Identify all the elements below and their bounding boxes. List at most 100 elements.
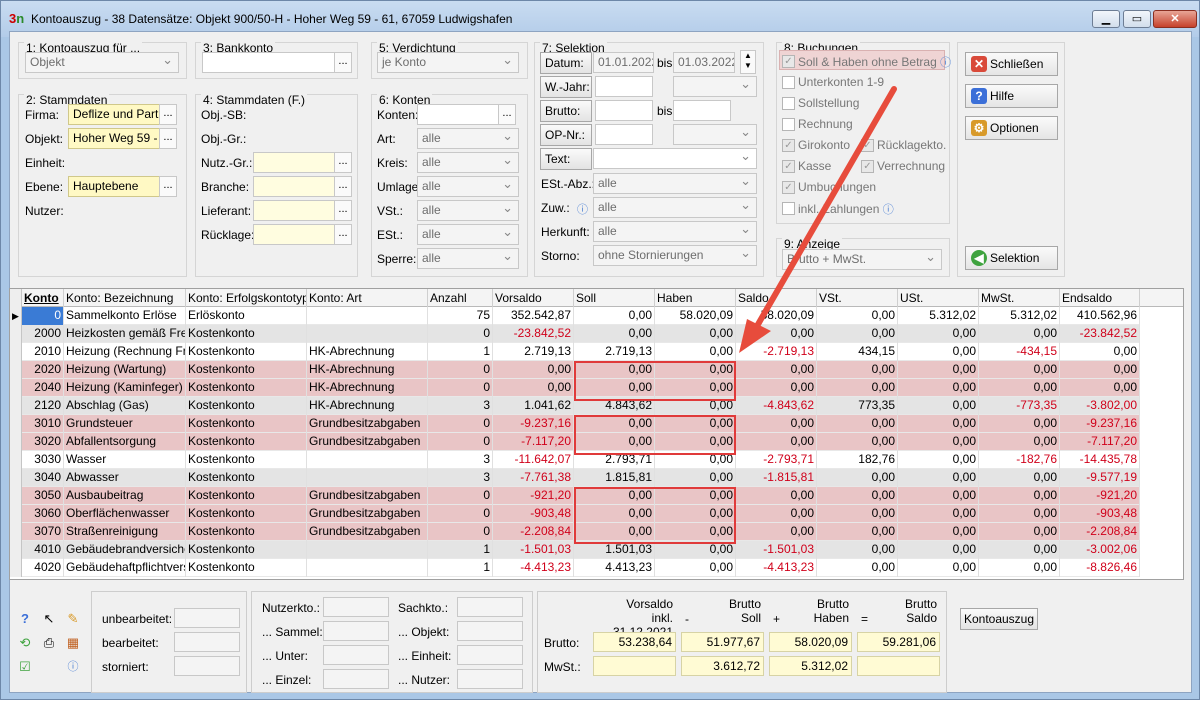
table-cell[interactable]: HK-Abrechnung (307, 397, 428, 415)
table-cell[interactable]: 0 (428, 505, 493, 523)
refresh-icon[interactable]: ⟲ (15, 633, 35, 653)
table-cell[interactable]: 3 (428, 451, 493, 469)
column-header[interactable]: Vorsaldo (493, 289, 574, 307)
table-cell[interactable]: Grundbesitzabgaben (307, 415, 428, 433)
table-cell[interactable]: 0,00 (655, 469, 736, 487)
text-select[interactable] (593, 148, 757, 169)
table-cell[interactable]: 4.413,23 (574, 559, 655, 577)
table-cell[interactable]: Kostenkonto (186, 469, 307, 487)
table-cell[interactable]: 0,00 (817, 559, 898, 577)
table-cell[interactable]: Wasser (64, 451, 186, 469)
table-cell[interactable]: Heizkosten gemäß Fremd (64, 325, 186, 343)
table-cell[interactable]: Oberflächenwasser (64, 505, 186, 523)
table-cell[interactable]: Grundsteuer (64, 415, 186, 433)
table-cell[interactable]: -921,20 (1060, 487, 1140, 505)
table-cell[interactable]: Sammelkonto Erlöse (64, 307, 186, 325)
table-cell[interactable]: Erlöskonto (186, 307, 307, 325)
branche-browse-button[interactable]: ... (334, 176, 352, 197)
table-cell[interactable]: Kostenkonto (186, 325, 307, 343)
row-selector[interactable] (10, 397, 22, 415)
herkunft-select[interactable]: alle (593, 221, 757, 242)
ebene-browse-button[interactable]: ... (159, 176, 177, 197)
table-cell[interactable]: 0,00 (1060, 361, 1140, 379)
row-selector[interactable] (10, 325, 22, 343)
bankkonto-browse-button[interactable]: ... (334, 52, 352, 73)
table-row[interactable]: 2000Heizkosten gemäß FremdKostenkonto0-2… (10, 325, 1140, 343)
table-cell[interactable]: -921,20 (493, 487, 574, 505)
table-cell[interactable]: Kostenkonto (186, 361, 307, 379)
zuw-select[interactable]: alle (593, 197, 757, 218)
table-cell[interactable]: 0,00 (817, 415, 898, 433)
table-cell[interactable]: -3.802,00 (1060, 397, 1140, 415)
table-cell[interactable]: Grundbesitzabgaben (307, 523, 428, 541)
table-cell[interactable]: HK-Abrechnung (307, 361, 428, 379)
table-cell[interactable]: Grundbesitzabgaben (307, 487, 428, 505)
table-cell[interactable]: -434,15 (979, 343, 1060, 361)
pencil-icon[interactable]: ✎ (63, 609, 83, 629)
estabz-select[interactable]: alle (593, 173, 757, 194)
table-row[interactable]: ▶ 0 Sammelkonto Erlöse Erlöskonto 75 352.542,… (10, 307, 1140, 325)
table-cell[interactable]: -1.501,03 (493, 541, 574, 559)
kontoauszug-button[interactable]: Kontoauszug (960, 608, 1038, 630)
table-cell[interactable]: Heizung (Kaminfeger) (64, 379, 186, 397)
column-header[interactable]: MwSt. (979, 289, 1060, 307)
row-selector[interactable] (10, 433, 22, 451)
close-button[interactable]: ✕ (1153, 10, 1197, 28)
table-cell[interactable]: Kostenkonto (186, 379, 307, 397)
table-cell[interactable]: -23.842,52 (1060, 325, 1140, 343)
table-cell[interactable]: 0,00 (979, 361, 1060, 379)
table-cell[interactable]: Kostenkonto (186, 505, 307, 523)
table-cell[interactable]: 0,00 (1060, 379, 1140, 397)
table-cell[interactable]: 0,00 (817, 469, 898, 487)
table-cell[interactable] (307, 307, 428, 325)
table-cell[interactable]: 0,00 (898, 379, 979, 397)
table-cell[interactable]: -4.843,62 (736, 397, 817, 415)
table-cell[interactable]: -2.719,13 (736, 343, 817, 361)
current-row-icon[interactable]: ▶ (10, 307, 22, 325)
table-cell[interactable]: 0,00 (898, 343, 979, 361)
table-cell[interactable]: -11.642,07 (493, 451, 574, 469)
table-cell[interactable]: 0,00 (817, 379, 898, 397)
firma-field[interactable]: Deflize und Partne (68, 104, 160, 125)
brutto-button[interactable]: Brutto: (540, 100, 592, 122)
table-cell[interactable]: -2.208,84 (1060, 523, 1140, 541)
grid-icon[interactable]: ▦ (63, 633, 83, 653)
table-cell[interactable]: Gebäudebrandversicheru (64, 541, 186, 559)
table-cell[interactable]: HK-Abrechnung (307, 379, 428, 397)
table-cell[interactable]: -4.413,23 (493, 559, 574, 577)
table-cell[interactable]: 0,00 (979, 325, 1060, 343)
column-header[interactable]: Konto (22, 289, 64, 307)
table-cell[interactable]: Abschlag (Gas) (64, 397, 186, 415)
schliessen-button[interactable]: ✕ Schließen (965, 52, 1058, 76)
table-cell[interactable]: Kostenkonto (186, 397, 307, 415)
vst-select[interactable]: alle (417, 200, 519, 221)
table-cell[interactable]: 2010 (22, 343, 64, 361)
table-cell[interactable]: 1 (428, 343, 493, 361)
table-cell[interactable]: Kostenkonto (186, 433, 307, 451)
table-cell[interactable]: Heizung (Rechnung Frem (64, 343, 186, 361)
table-cell[interactable]: 5.312,02 (979, 307, 1060, 325)
umbuchungen-checkbox[interactable]: ✓ Umbuchungen (782, 180, 876, 194)
unterkonten-checkbox[interactable]: Unterkonten 1-9 (782, 75, 884, 89)
firma-browse-button[interactable]: ... (159, 104, 177, 125)
help-icon[interactable]: ? (15, 609, 35, 629)
table-cell[interactable]: 3060 (22, 505, 64, 523)
ruecklagekto-checkbox[interactable]: ✓ Rücklagekto. (861, 138, 946, 152)
kasse-checkbox[interactable]: ✓ Kasse (782, 159, 831, 173)
table-cell[interactable]: 3040 (22, 469, 64, 487)
table-cell[interactable]: 0,00 (1060, 343, 1140, 361)
table-cell[interactable]: -7.761,38 (493, 469, 574, 487)
soll-haben-checkbox[interactable]: ✓ Soll & Haben ohne Betrag ⓘ (782, 54, 951, 70)
verdichtung-select[interactable]: je Konto (377, 52, 519, 73)
table-cell[interactable] (307, 469, 428, 487)
info-icon[interactable]: ⓘ (883, 204, 894, 216)
table-cell[interactable]: 0,00 (736, 325, 817, 343)
table-cell[interactable]: 2040 (22, 379, 64, 397)
table-cell[interactable]: Heizung (Wartung) (64, 361, 186, 379)
lieferant-browse-button[interactable]: ... (334, 200, 352, 221)
wjahr-select[interactable] (673, 76, 757, 97)
objekt-browse-button[interactable]: ... (159, 128, 177, 149)
table-cell[interactable]: 0,00 (898, 415, 979, 433)
konten-field[interactable] (417, 104, 499, 125)
column-header[interactable]: Anzahl (428, 289, 493, 307)
